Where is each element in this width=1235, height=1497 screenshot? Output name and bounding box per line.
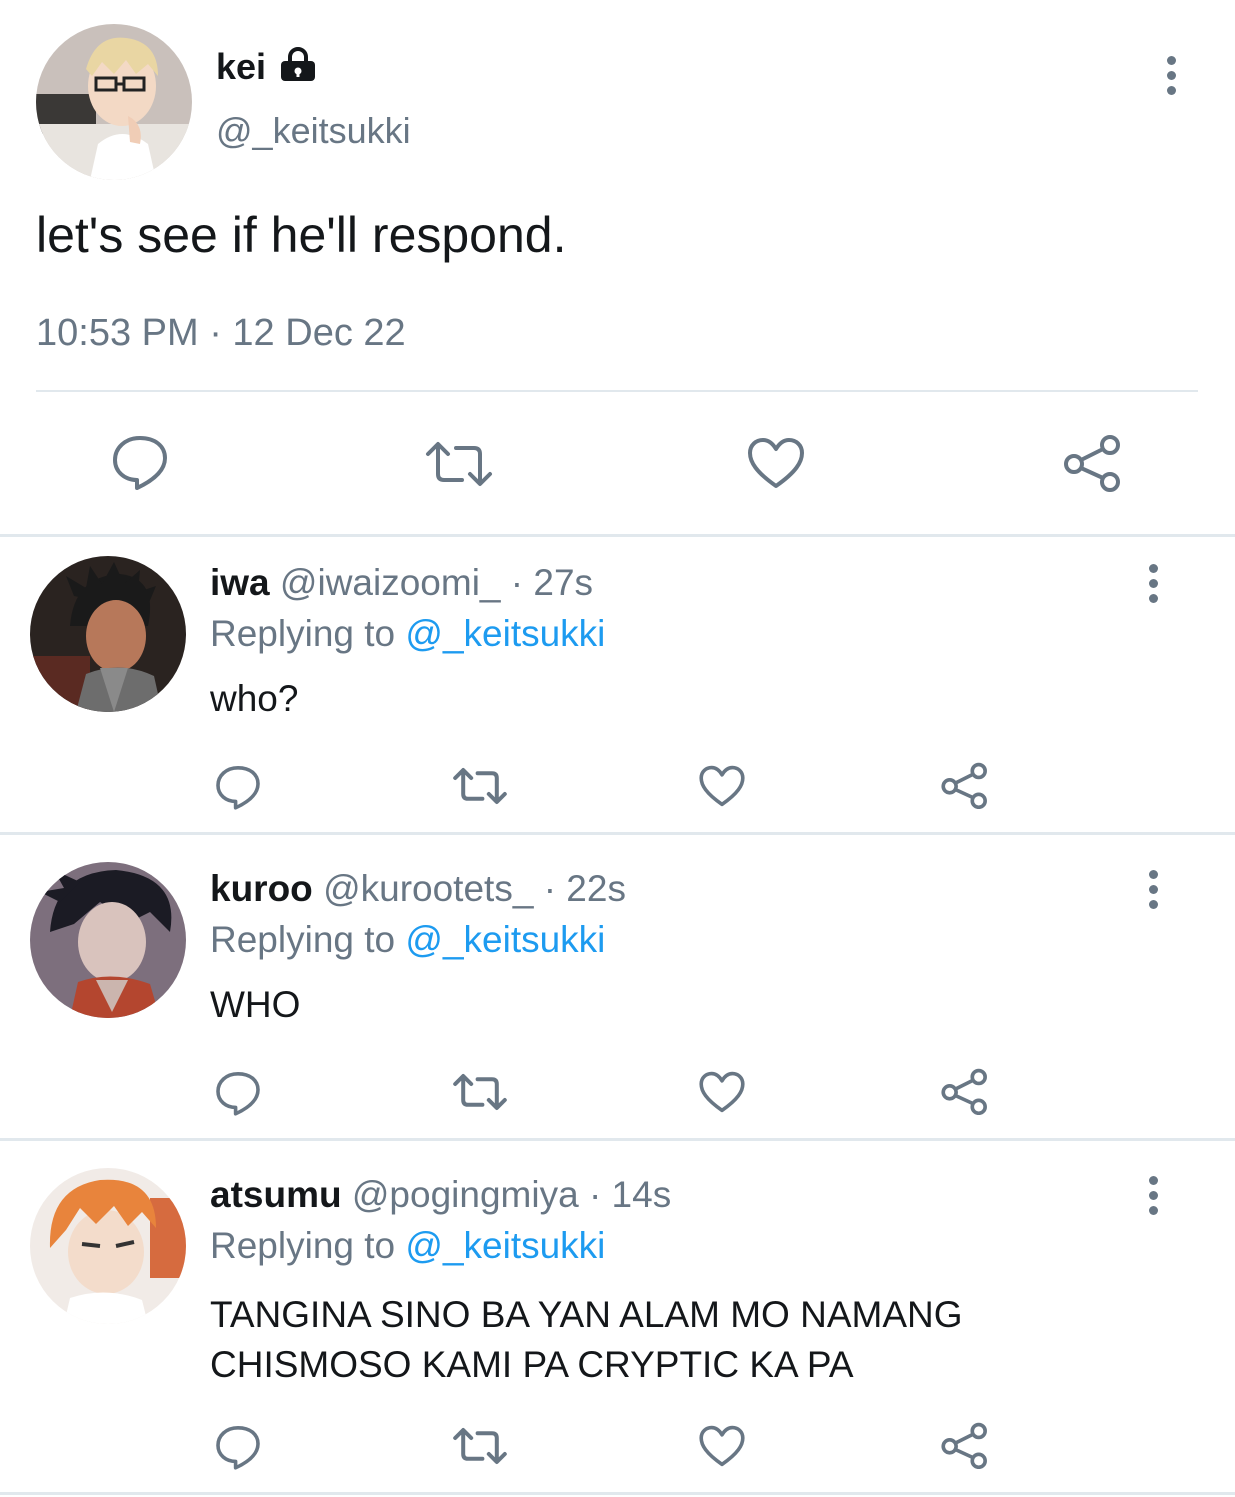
share-icon[interactable]	[940, 1068, 990, 1115]
like-icon[interactable]	[698, 764, 746, 808]
reply-icon[interactable]	[214, 764, 262, 810]
replying-to: Replying to @_keitsukki	[210, 1225, 605, 1267]
reply-handle[interactable]: @iwaizoomi_	[280, 562, 501, 603]
reply-handle[interactable]: @pogingmiya	[352, 1174, 579, 1215]
author-handle[interactable]: @_keitsukki	[216, 110, 411, 152]
replying-to: Replying to @_keitsukki	[210, 613, 605, 655]
like-icon[interactable]	[698, 1070, 746, 1114]
avatar-atsumu[interactable]	[30, 1168, 186, 1324]
reply-display-name[interactable]: iwa	[210, 562, 270, 603]
reply-text: who?	[210, 678, 299, 719]
more-icon[interactable]	[1147, 564, 1159, 609]
reply-display-name[interactable]: kuroo	[210, 868, 313, 909]
divider	[36, 390, 1198, 392]
reply-header: iwa @iwaizoomi_ · 27s	[210, 562, 593, 604]
like-icon[interactable]	[698, 1424, 746, 1468]
author-name[interactable]: kei	[216, 44, 318, 90]
replying-to-handle[interactable]: @_keitsukki	[405, 613, 605, 654]
section-divider	[0, 534, 1235, 537]
reply-time[interactable]: · 22s	[544, 868, 626, 909]
reply-text-line: TANGINA SINO BA YAN ALAM MO NAMANG	[210, 1294, 963, 1335]
replying-to: Replying to @_keitsukki	[210, 919, 605, 961]
retweet-icon[interactable]	[424, 440, 494, 488]
avatar-kei[interactable]	[36, 24, 192, 180]
like-icon[interactable]	[746, 436, 806, 490]
section-divider	[0, 832, 1235, 835]
replying-to-label: Replying to	[210, 1225, 396, 1266]
reply-display-name[interactable]: atsumu	[210, 1174, 342, 1215]
retweet-icon[interactable]	[452, 1426, 508, 1466]
reply-icon[interactable]	[214, 1070, 262, 1116]
tweet-timestamp: 10:53 PM · 12 Dec 22	[36, 312, 406, 354]
reply-text-line: CHISMOSO KAMI PA CRYPTIC KA PA	[210, 1344, 854, 1385]
reply-time[interactable]: · 27s	[511, 562, 593, 603]
replying-to-label: Replying to	[210, 919, 396, 960]
reply-header: atsumu @pogingmiya · 14s	[210, 1174, 671, 1216]
reply-icon[interactable]	[214, 1424, 262, 1470]
section-divider	[0, 1138, 1235, 1141]
reply-icon[interactable]	[110, 434, 170, 490]
reply-handle[interactable]: @kurootets_	[323, 868, 533, 909]
replying-to-handle[interactable]: @_keitsukki	[405, 919, 605, 960]
share-icon[interactable]	[940, 762, 990, 809]
display-name[interactable]: kei	[216, 46, 266, 88]
reply-text: TANGINA SINO BA YAN ALAM MO NAMANG CHISM…	[210, 1290, 963, 1390]
section-divider	[0, 1492, 1235, 1495]
reply-header: kuroo @kurootets_ · 22s	[210, 868, 626, 910]
reply-text: WHO	[210, 984, 301, 1025]
tweet-text: let's see if he'll respond.	[36, 207, 567, 263]
more-icon[interactable]	[1165, 56, 1177, 101]
replying-to-handle[interactable]: @_keitsukki	[405, 1225, 605, 1266]
retweet-icon[interactable]	[452, 766, 508, 806]
lock-icon	[278, 47, 318, 83]
retweet-icon[interactable]	[452, 1072, 508, 1112]
more-icon[interactable]	[1147, 870, 1159, 915]
reply-time[interactable]: · 14s	[589, 1174, 671, 1215]
more-icon[interactable]	[1147, 1176, 1159, 1221]
avatar-iwa[interactable]	[30, 556, 186, 712]
share-icon[interactable]	[940, 1422, 990, 1469]
share-icon[interactable]	[1062, 434, 1124, 492]
replying-to-label: Replying to	[210, 613, 396, 654]
avatar-kuroo[interactable]	[30, 862, 186, 1018]
